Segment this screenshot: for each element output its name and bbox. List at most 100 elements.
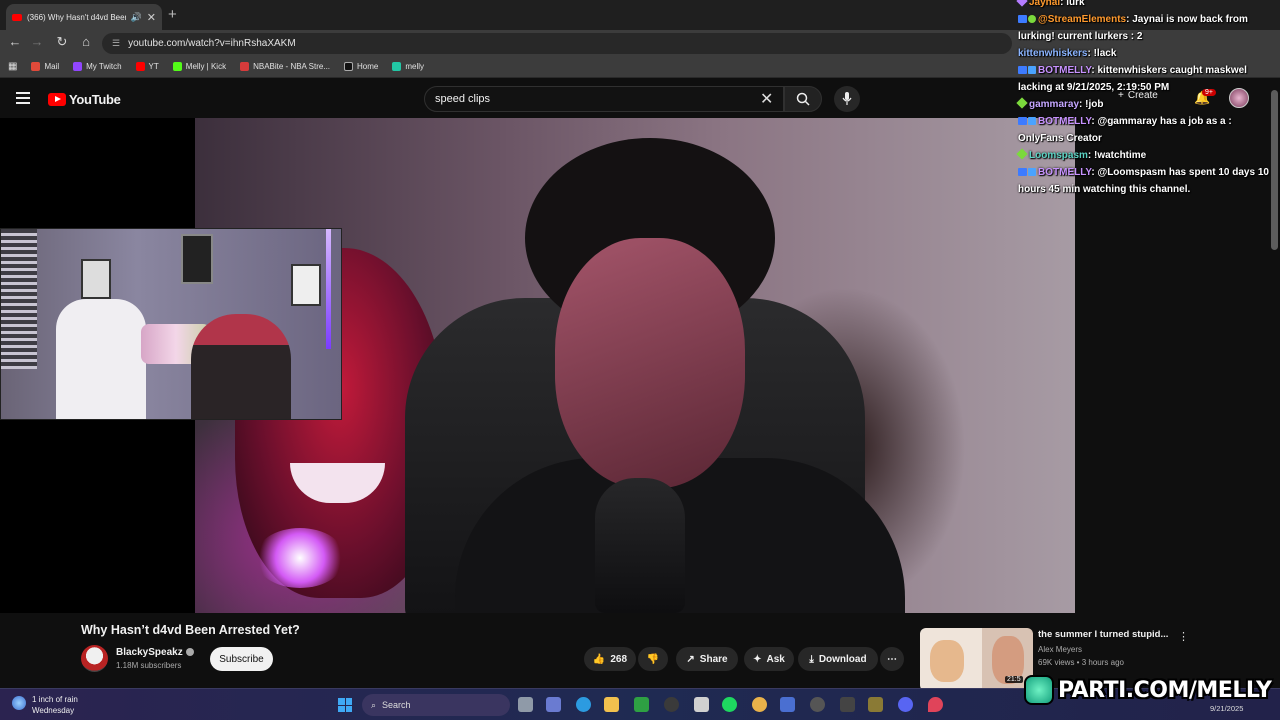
obs-icon[interactable]: [840, 697, 855, 712]
menu-icon[interactable]: [16, 92, 30, 104]
bookmark-mail[interactable]: Mail: [31, 62, 59, 71]
recommended-channel[interactable]: Alex Meyers: [1038, 645, 1082, 654]
url-field[interactable]: ☰ youtube.com/watch?v=ihnRshaXAKM: [102, 33, 1012, 54]
search-input[interactable]: speed clips: [424, 86, 784, 112]
chat-message: kittenwhiskers: !lack: [1014, 45, 1280, 62]
search-button[interactable]: [784, 86, 822, 112]
bookmark-label: NBABite - NBA Stre...: [253, 62, 331, 71]
bot-icon: [1028, 168, 1036, 176]
thumbs-up-icon: 👍: [592, 653, 606, 665]
subscribe-button[interactable]: Subscribe: [210, 647, 273, 671]
like-count: 268: [610, 653, 628, 665]
page-scrollbar[interactable]: [1271, 90, 1278, 250]
share-button[interactable]: ↗ Share: [676, 647, 738, 671]
download-label: Download: [818, 653, 867, 665]
x-icon: [344, 62, 354, 71]
badge-icon: [1018, 15, 1027, 23]
streamer: [191, 314, 291, 419]
close-tab-icon[interactable]: ✕: [147, 11, 156, 24]
more-options-icon[interactable]: ⋮: [1178, 630, 1189, 643]
thumbs-down-icon: 👎: [646, 653, 660, 665]
like-button[interactable]: 👍 268: [584, 647, 636, 671]
chat-username: BOTMELLY: [1038, 167, 1092, 178]
parti-logo-icon: [1024, 675, 1054, 705]
badge-icon: [1016, 0, 1028, 7]
verified-icon: [1028, 15, 1036, 23]
maps-pin-icon[interactable]: [928, 697, 943, 712]
store-icon[interactable]: [694, 697, 709, 712]
site-info-icon[interactable]: ☰: [112, 38, 120, 49]
widgets-icon[interactable]: [546, 697, 561, 712]
app-icon[interactable]: [868, 697, 883, 712]
channel-name[interactable]: BlackySpeakz: [116, 647, 183, 658]
chat-message: BOTMELLY: kittenwhiskers caught maskwel …: [1014, 62, 1280, 96]
badge-icon: [1018, 117, 1027, 125]
media-player-icon[interactable]: [810, 697, 825, 712]
taskbar-search[interactable]: ⌕ Search: [362, 694, 510, 716]
window-blinds: [1, 229, 37, 369]
taskbar-search-label: Search: [382, 700, 411, 710]
discord-icon[interactable]: [898, 697, 913, 712]
channel-avatar[interactable]: [81, 645, 108, 672]
file-explorer-icon[interactable]: [604, 697, 619, 712]
photos-icon[interactable]: [780, 697, 795, 712]
bookmark-yt[interactable]: YT: [135, 62, 159, 71]
back-arrow-icon[interactable]: ←: [6, 34, 24, 49]
share-label: Share: [699, 653, 728, 665]
url-text: youtube.com/watch?v=ihnRshaXAKM: [128, 38, 296, 49]
wall-poster: [81, 259, 111, 299]
white-gaming-chair: [56, 299, 146, 419]
parti-icon: [392, 62, 402, 71]
task-view-icon[interactable]: [518, 697, 533, 712]
new-tab-button[interactable]: +: [168, 6, 177, 23]
chat-username: @StreamElements: [1038, 14, 1127, 25]
chat-message: gammaray: !job: [1014, 96, 1280, 113]
weather-widget[interactable]: 1 inch of rain Wednesday: [12, 694, 78, 716]
windows-start-icon[interactable]: [338, 698, 352, 712]
youtube-logo[interactable]: YouTube: [48, 92, 121, 107]
speaker-icon[interactable]: 🔊: [131, 12, 142, 23]
bookmark-melly[interactable]: melly: [392, 62, 424, 71]
chat-message: BOTMELLY: @Loomspasm has spent 10 days 1…: [1014, 164, 1280, 198]
steam-icon[interactable]: [664, 697, 679, 712]
dislike-button[interactable]: 👎: [638, 647, 668, 671]
chat-text: : !watchtime: [1087, 150, 1147, 161]
youtube-play-icon: [48, 93, 66, 106]
reload-icon[interactable]: ↻: [53, 34, 71, 50]
chrome-icon[interactable]: [752, 697, 767, 712]
more-actions-button[interactable]: ⋯: [880, 647, 904, 671]
led-strip: [326, 229, 331, 349]
forward-arrow-icon[interactable]: →: [28, 34, 46, 49]
chat-message: BOTMELLY: @gammaray has a job as a : Onl…: [1014, 113, 1280, 147]
stream-chat-overlay: Jaynai: lurk @StreamElements: Jaynai is …: [1014, 0, 1280, 200]
spotify-icon[interactable]: [722, 697, 737, 712]
home-icon[interactable]: ⌂: [77, 34, 95, 49]
bookmark-nbabite[interactable]: NBABite - NBA Stre...: [240, 62, 330, 71]
recommended-thumbnail[interactable]: 21:5: [920, 628, 1033, 691]
purple-lamp: [255, 528, 345, 588]
clear-search-icon[interactable]: ✕: [760, 89, 773, 109]
apps-grid-icon[interactable]: ▦: [8, 61, 17, 72]
verified-check-icon: [186, 648, 194, 656]
recommended-title[interactable]: the summer I turned stupid...: [1038, 629, 1168, 640]
chat-message: Loomspasm: !watchtime: [1014, 147, 1280, 164]
parti-url-text: PARTI.COM/MELLY: [1058, 677, 1272, 703]
chat-message: @StreamElements: Jaynai is now back from…: [1014, 11, 1280, 45]
rain-cloud-icon: [12, 696, 26, 710]
browser-tab[interactable]: (366) Why Hasn't d4vd Been Arrested Yet?…: [6, 4, 162, 30]
badge-icon: [1018, 168, 1027, 176]
logo-text: YouTube: [69, 92, 121, 107]
bookmark-label: melly: [405, 62, 425, 71]
edge-icon[interactable]: [576, 697, 591, 712]
bookmark-my-twitch[interactable]: My Twitch: [73, 62, 122, 71]
download-button[interactable]: ⤓ Download: [798, 647, 878, 671]
weather-summary: 1 inch of rain: [32, 695, 78, 704]
ask-button[interactable]: ✦ Ask: [744, 647, 794, 671]
bookmark-melly-kick[interactable]: Melly | Kick: [172, 62, 226, 71]
search-value: speed clips: [435, 93, 491, 105]
share-icon: ↗: [686, 653, 695, 665]
chat-username: Jaynai: [1029, 0, 1061, 8]
bookmark-home[interactable]: Home: [344, 62, 378, 71]
xbox-icon[interactable]: [634, 697, 649, 712]
voice-search-button[interactable]: [834, 86, 860, 112]
